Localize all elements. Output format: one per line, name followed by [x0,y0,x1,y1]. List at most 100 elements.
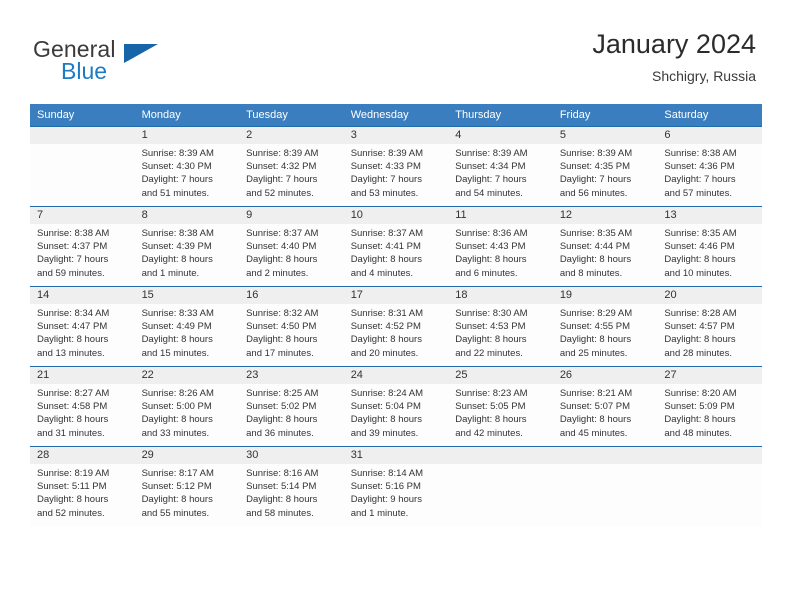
calendar-day-cell[interactable]: 22 Sunrise: 8:26 AM Sunset: 5:00 PM Dayligh… [134,366,240,447]
calendar-day-cell[interactable]: 2 Sunrise: 8:39 AM Sunset: 4:32 PM Daylight… [239,126,344,207]
calendar-day-cell[interactable]: 12 Sunrise: 8:35 AM Sunset: 4:44 PM Dayligh… [552,206,658,287]
sunset-text: Sunset: 4:30 PM [141,161,212,173]
day-number: 1 [134,127,240,144]
day-number: 30 [239,447,344,464]
calendar-day-cell[interactable]: 6 Sunrise: 8:38 AM Sunset: 4:36 PM Daylight… [657,126,762,207]
calendar-day-cell[interactable]: 25 Sunrise: 8:23 AM Sunset: 5:05 PM Dayligh… [448,366,553,447]
calendar-day-cell[interactable]: 23 Sunrise: 8:25 AM Sunset: 5:02 PM Dayligh… [239,366,344,447]
day-details: Sunrise: 8:38 AM Sunset: 4:36 PM Daylight:… [657,144,762,200]
day-number: 10 [343,207,449,224]
daylight-text-line2: and 59 minutes. [37,267,105,279]
calendar-day-cell[interactable]: 24 Sunrise: 8:24 AM Sunset: 5:04 PM Dayligh… [343,366,449,447]
calendar-day-cell[interactable]: 14 Sunrise: 8:34 AM Sunset: 4:47 PM Dayligh… [30,286,135,367]
daylight-text-line1: Daylight: 8 hours [350,334,422,346]
calendar-day-cell[interactable]: 13 Sunrise: 8:35 AM Sunset: 4:46 PM Dayligh… [657,206,762,287]
sunset-text: Sunset: 4:46 PM [664,241,735,253]
day-details: Sunrise: 8:35 AM Sunset: 4:44 PM Daylight:… [553,224,658,280]
calendar-day-cell[interactable]: 1 Sunrise: 8:39 AM Sunset: 4:30 PM Daylight… [134,126,240,207]
calendar-day-cell[interactable]: 8 Sunrise: 8:38 AM Sunset: 4:39 PM Daylight… [134,206,240,287]
calendar-day-cell[interactable]: 11 Sunrise: 8:36 AM Sunset: 4:43 PM Dayligh… [448,206,553,287]
daylight-text-line2: and 52 minutes. [37,507,105,519]
day-number: 23 [239,367,344,384]
calendar-day-cell[interactable]: 29 Sunrise: 8:17 AM Sunset: 5:12 PM Dayligh… [134,446,240,526]
daylight-text-line2: and 31 minutes. [37,427,105,439]
day-number: 11 [448,207,553,224]
day-details: Sunrise: 8:38 AM Sunset: 4:37 PM Daylight:… [30,224,135,280]
page-subtitle: Shchigry, Russia [651,68,756,84]
calendar-day-cell[interactable]: 7 Sunrise: 8:38 AM Sunset: 4:37 PM Daylight… [30,206,135,287]
daylight-text-line2: and 48 minutes. [664,427,732,439]
day-details: Sunrise: 8:37 AM Sunset: 4:41 PM Daylight:… [344,224,449,280]
general-blue-logo[interactable]: General Blue [33,36,173,88]
calendar-day-cell[interactable]: 3 Sunrise: 8:39 AM Sunset: 4:33 PM Daylight… [343,126,449,207]
day-cell-inner: 21 Sunrise: 8:27 AM Sunset: 4:58 PM Dayligh… [30,367,135,446]
day-details: Sunrise: 8:20 AM Sunset: 5:09 PM Daylight:… [657,384,762,440]
day-cell-inner: 9 Sunrise: 8:37 AM Sunset: 4:40 PM Daylight… [239,207,344,286]
calendar-day-cell[interactable]: 4 Sunrise: 8:39 AM Sunset: 4:34 PM Daylight… [448,126,553,207]
day-number: 8 [134,207,240,224]
sunset-text: Sunset: 4:58 PM [37,401,108,413]
calendar-day-cell[interactable]: 30 Sunrise: 8:16 AM Sunset: 5:14 PM Dayligh… [239,446,344,526]
daylight-text-line1: Daylight: 9 hours [350,494,422,506]
sunrise-text: Sunrise: 8:21 AM [559,388,633,399]
calendar-day-cell[interactable]: 15 Sunrise: 8:33 AM Sunset: 4:49 PM Dayligh… [134,286,240,367]
day-number: 6 [657,127,762,144]
calendar-day-cell[interactable]: 5 Sunrise: 8:39 AM Sunset: 4:35 PM Daylight… [552,126,658,207]
daylight-text-line1: Daylight: 7 hours [664,174,736,186]
daylight-text-line2: and 51 minutes. [141,187,210,199]
daylight-text-line1: Daylight: 7 hours [141,174,213,186]
sunset-text: Sunset: 4:40 PM [246,241,317,253]
calendar-day-cell[interactable]: 28 Sunrise: 8:19 AM Sunset: 5:11 PM Dayligh… [30,446,135,526]
day-number: 21 [30,367,135,384]
day-details: Sunrise: 8:25 AM Sunset: 5:02 PM Daylight:… [239,384,344,440]
calendar-day-cell[interactable]: 10 Sunrise: 8:37 AM Sunset: 4:41 PM Dayligh… [343,206,449,287]
day-number: 3 [343,127,449,144]
calendar-day-cell[interactable]: 20 Sunrise: 8:28 AM Sunset: 4:57 PM Dayligh… [657,286,762,367]
day-number: 16 [239,287,344,304]
daylight-text-line2: and 33 minutes. [141,427,210,439]
day-details: Sunrise: 8:35 AM Sunset: 4:46 PM Daylight:… [657,224,762,280]
sunrise-text: Sunrise: 8:16 AM [246,468,319,479]
sunset-text: Sunset: 4:43 PM [455,241,526,253]
day-cell-inner: 3 Sunrise: 8:39 AM Sunset: 4:33 PM Daylight… [343,127,449,206]
day-number: 29 [134,447,240,464]
calendar-day-cell[interactable]: 18 Sunrise: 8:30 AM Sunset: 4:53 PM Dayligh… [448,286,553,367]
daylight-text-line1: Daylight: 8 hours [559,334,632,346]
calendar-day-cell[interactable]: 21 Sunrise: 8:27 AM Sunset: 4:58 PM Dayligh… [30,366,135,447]
calendar-header-row: Sunday Monday Tuesday Wednesday Thursday Frid… [30,104,762,127]
page-header: General Blue January 2024 Shchigry, Russ… [0,0,792,104]
calendar-day-cell[interactable]: 26 Sunrise: 8:21 AM Sunset: 5:07 PM Dayligh… [552,366,658,447]
day-cell-inner: 2 Sunrise: 8:39 AM Sunset: 4:32 PM Daylight… [239,127,344,206]
calendar-week-row: 14 Sunrise: 8:34 AM Sunset: 4:47 PM Dayligh… [30,286,762,367]
calendar-day-cell[interactable]: 27 Sunrise: 8:20 AM Sunset: 5:09 PM Dayligh… [657,366,762,447]
day-cell-inner: 29 Sunrise: 8:17 AM Sunset: 5:12 PM Dayligh… [134,447,240,526]
sunset-text: Sunset: 4:44 PM [559,241,631,253]
sunset-text: Sunset: 4:53 PM [455,321,526,333]
day-details: Sunrise: 8:37 AM Sunset: 4:40 PM Daylight:… [239,224,344,280]
daylight-text-line1: Daylight: 8 hours [37,494,109,506]
daylight-text-line2: and 25 minutes. [559,347,628,359]
day-cell-inner: 7 Sunrise: 8:38 AM Sunset: 4:37 PM Daylight… [30,207,135,286]
calendar-day-cell[interactable]: 31 Sunrise: 8:14 AM Sunset: 5:16 PM Dayligh… [343,446,449,526]
calendar-body: 1 Sunrise: 8:39 AM Sunset: 4:30 PM Daylight… [30,126,762,526]
calendar-day-cell[interactable]: 19 Sunrise: 8:29 AM Sunset: 4:55 PM Dayligh… [552,286,658,367]
sunrise-text: Sunrise: 8:14 AM [350,468,424,479]
day-cell-inner: 10 Sunrise: 8:37 AM Sunset: 4:41 PM Dayligh… [343,207,449,286]
day-cell-inner: 13 Sunrise: 8:35 AM Sunset: 4:46 PM Dayligh… [657,207,762,286]
daylight-text-line1: Daylight: 8 hours [350,414,422,426]
daylight-text-line2: and 28 minutes. [664,347,732,359]
day-details: Sunrise: 8:31 AM Sunset: 4:52 PM Daylight:… [344,304,449,360]
calendar-day-cell[interactable]: 17 Sunrise: 8:31 AM Sunset: 4:52 PM Dayligh… [343,286,449,367]
sunrise-text: Sunrise: 8:39 AM [455,148,528,159]
calendar-day-cell[interactable]: 16 Sunrise: 8:32 AM Sunset: 4:50 PM Dayligh… [239,286,344,367]
day-cell-inner: 18 Sunrise: 8:30 AM Sunset: 4:53 PM Dayligh… [448,287,553,366]
weekday-header: Sunday Monday Tuesday Wednesday Thursday Frid… [30,104,762,127]
daylight-text-line1: Daylight: 8 hours [246,494,318,506]
daylight-text-line1: Daylight: 8 hours [37,414,109,426]
day-details: Sunrise: 8:39 AM Sunset: 4:34 PM Daylight:… [448,144,553,200]
sunrise-text: Sunrise: 8:30 AM [455,308,528,319]
calendar-day-cell[interactable]: 9 Sunrise: 8:37 AM Sunset: 4:40 PM Daylight… [239,206,344,287]
sunrise-text: Sunrise: 8:20 AM [664,388,737,399]
daylight-text-line1: Daylight: 8 hours [141,254,213,266]
day-number: 4 [448,127,553,144]
